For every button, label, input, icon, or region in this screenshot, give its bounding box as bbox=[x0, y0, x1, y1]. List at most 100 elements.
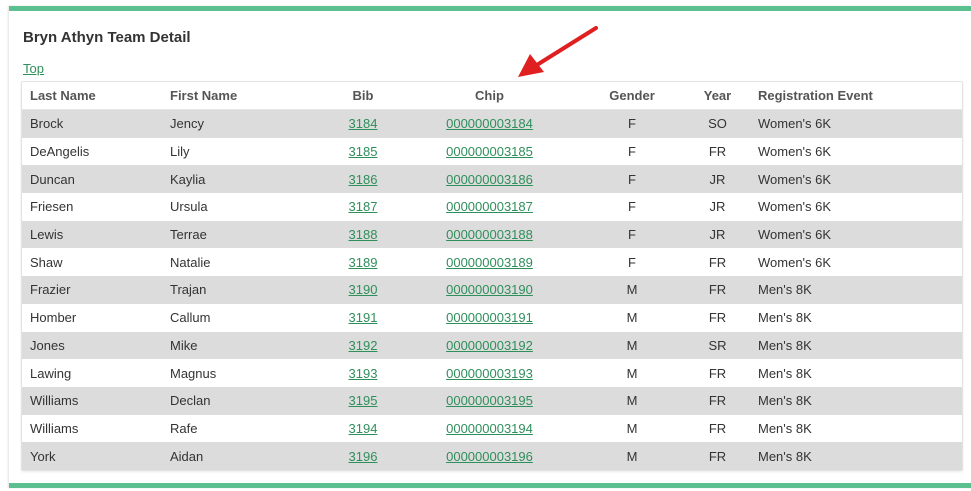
chip-link[interactable]: 000000003186 bbox=[446, 172, 533, 187]
bib-link[interactable]: 3196 bbox=[349, 449, 378, 464]
table-row: Williams Declan 3195 000000003195 M FR Men's 8… bbox=[22, 386, 962, 415]
cell-year: SO bbox=[689, 109, 746, 138]
cell-year: FR bbox=[689, 386, 746, 415]
cell-year: FR bbox=[689, 414, 746, 443]
chip-cell: 000000003190 bbox=[404, 276, 575, 304]
chip-link[interactable]: 000000003184 bbox=[446, 116, 533, 131]
table-row: Duncan Kaylia 3186 000000003186 F JR Women's 6… bbox=[22, 165, 962, 194]
bib-link[interactable]: 3184 bbox=[349, 116, 378, 131]
bib-link[interactable]: 3186 bbox=[349, 172, 378, 187]
chip-link[interactable]: 000000003185 bbox=[446, 144, 533, 159]
cell-registration-event: Women's 6K bbox=[746, 193, 962, 221]
cell-last-name: DeAngelis bbox=[22, 137, 170, 166]
bib-link[interactable]: 3188 bbox=[349, 227, 378, 242]
cell-registration-event: Men's 8K bbox=[746, 331, 962, 360]
cell-last-name: Lewis bbox=[22, 220, 170, 249]
bib-link[interactable]: 3194 bbox=[349, 421, 378, 436]
column-header-first-name[interactable]: First Name bbox=[170, 82, 322, 110]
chip-link[interactable]: 000000003191 bbox=[446, 310, 533, 325]
table-header-row: Last Name First Name Bib Chip Gender Yea… bbox=[22, 82, 962, 110]
cell-registration-event: Men's 8K bbox=[746, 359, 962, 387]
bib-cell: 3194 bbox=[322, 414, 404, 443]
cell-year: FR bbox=[689, 442, 746, 470]
cell-year: FR bbox=[689, 276, 746, 304]
bib-cell: 3191 bbox=[322, 303, 404, 332]
cell-year: JR bbox=[689, 193, 746, 221]
chip-cell: 000000003195 bbox=[404, 386, 575, 415]
table-row: Frazier Trajan 3190 000000003190 M FR Men's 8K bbox=[22, 276, 962, 304]
bib-cell: 3187 bbox=[322, 193, 404, 221]
cell-first-name: Ursula bbox=[170, 193, 322, 221]
cell-gender: M bbox=[575, 303, 689, 332]
cell-gender: M bbox=[575, 414, 689, 443]
chip-link[interactable]: 000000003193 bbox=[446, 366, 533, 381]
bib-cell: 3190 bbox=[322, 276, 404, 304]
cell-gender: F bbox=[575, 193, 689, 221]
column-header-gender[interactable]: Gender bbox=[575, 82, 689, 110]
chip-cell: 000000003187 bbox=[404, 193, 575, 221]
cell-first-name: Trajan bbox=[170, 276, 322, 304]
chip-link[interactable]: 000000003196 bbox=[446, 449, 533, 464]
cell-last-name: Frazier bbox=[22, 276, 170, 304]
cell-first-name: Natalie bbox=[170, 248, 322, 277]
column-header-registration-event[interactable]: Registration Event bbox=[746, 82, 962, 110]
cell-registration-event: Men's 8K bbox=[746, 276, 962, 304]
bib-link[interactable]: 3189 bbox=[349, 255, 378, 270]
red-arrow-icon bbox=[518, 26, 598, 77]
bib-cell: 3184 bbox=[322, 109, 404, 138]
bib-link[interactable]: 3192 bbox=[349, 338, 378, 353]
chip-link[interactable]: 000000003194 bbox=[446, 421, 533, 436]
cell-gender: M bbox=[575, 359, 689, 387]
cell-last-name: York bbox=[22, 442, 170, 470]
cell-registration-event: Women's 6K bbox=[746, 220, 962, 249]
chip-link[interactable]: 000000003188 bbox=[446, 227, 533, 242]
cell-first-name: Rafe bbox=[170, 414, 322, 443]
chip-cell: 000000003196 bbox=[404, 442, 575, 470]
bib-link[interactable]: 3195 bbox=[349, 393, 378, 408]
chip-link[interactable]: 000000003190 bbox=[446, 282, 533, 297]
chip-cell: 000000003193 bbox=[404, 359, 575, 387]
chip-cell: 000000003188 bbox=[404, 220, 575, 249]
bib-cell: 3186 bbox=[322, 165, 404, 194]
bib-cell: 3185 bbox=[322, 137, 404, 166]
cell-year: FR bbox=[689, 137, 746, 166]
table-row: Homber Callum 3191 000000003191 M FR Men's 8K bbox=[22, 303, 962, 332]
bib-cell: 3189 bbox=[322, 248, 404, 277]
chip-cell: 000000003191 bbox=[404, 303, 575, 332]
column-header-chip[interactable]: Chip bbox=[404, 82, 575, 110]
chip-link[interactable]: 000000003195 bbox=[446, 393, 533, 408]
table-row: Jones Mike 3192 000000003192 M SR Men's 8K bbox=[22, 331, 962, 360]
cell-last-name: Williams bbox=[22, 386, 170, 415]
cell-registration-event: Men's 8K bbox=[746, 386, 962, 415]
bib-link[interactable]: 3190 bbox=[349, 282, 378, 297]
bib-link[interactable]: 3191 bbox=[349, 310, 378, 325]
chip-link[interactable]: 000000003189 bbox=[446, 255, 533, 270]
cell-first-name: Jency bbox=[170, 109, 322, 138]
cell-first-name: Mike bbox=[170, 331, 322, 360]
cell-registration-event: Men's 8K bbox=[746, 414, 962, 443]
cell-gender: F bbox=[575, 165, 689, 194]
cell-first-name: Lily bbox=[170, 137, 322, 166]
column-header-last-name[interactable]: Last Name bbox=[22, 82, 170, 110]
table-row: Shaw Natalie 3189 000000003189 F FR Women's 6K bbox=[22, 248, 962, 277]
chip-cell: 000000003185 bbox=[404, 137, 575, 166]
cell-registration-event: Women's 6K bbox=[746, 109, 962, 138]
column-header-bib[interactable]: Bib bbox=[322, 82, 404, 110]
bib-link[interactable]: 3185 bbox=[349, 144, 378, 159]
table-row: Williams Rafe 3194 000000003194 M FR Men's 8K bbox=[22, 414, 962, 443]
column-header-year[interactable]: Year bbox=[689, 82, 746, 110]
table-row: Brock Jency 3184 000000003184 F SO Women's 6K bbox=[22, 109, 962, 138]
cell-first-name: Callum bbox=[170, 303, 322, 332]
cell-registration-event: Men's 8K bbox=[746, 303, 962, 332]
bib-cell: 3193 bbox=[322, 359, 404, 387]
top-link[interactable]: Top bbox=[23, 61, 44, 76]
bib-link[interactable]: 3193 bbox=[349, 366, 378, 381]
chip-link[interactable]: 000000003192 bbox=[446, 338, 533, 353]
cell-gender: F bbox=[575, 109, 689, 138]
cell-last-name: Duncan bbox=[22, 165, 170, 194]
cell-first-name: Aidan bbox=[170, 442, 322, 470]
chip-cell: 000000003192 bbox=[404, 331, 575, 360]
bib-cell: 3188 bbox=[322, 220, 404, 249]
chip-link[interactable]: 000000003187 bbox=[446, 199, 533, 214]
bib-link[interactable]: 3187 bbox=[349, 199, 378, 214]
